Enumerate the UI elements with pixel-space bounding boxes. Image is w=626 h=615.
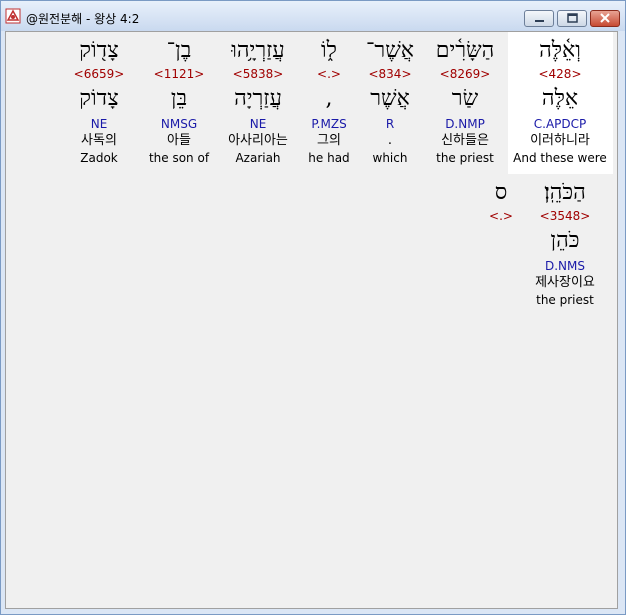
- korean-gloss: 사독의: [81, 133, 117, 148]
- app-window: @원전분해 - 왕상 4:2 וְאֵ֫לֶּה <428> אֵלֶּה C.…: [0, 0, 626, 615]
- maximize-icon: [567, 13, 578, 23]
- minimize-button[interactable]: [524, 10, 554, 27]
- word-block[interactable]: וְאֵ֫לֶּה <428> אֵלֶּה C.APDCP 이러하니라 And…: [505, 36, 615, 166]
- morphology-code: C.APDCP: [533, 117, 587, 131]
- korean-gloss: 제사장이요: [535, 275, 595, 290]
- minimize-icon: [535, 20, 544, 22]
- title-bar[interactable]: @원전분해 - 왕상 4:2: [1, 1, 625, 31]
- close-button[interactable]: [590, 10, 620, 27]
- korean-gloss: 이러하니라: [530, 133, 590, 148]
- hebrew-lemma: כֹּהֵן: [550, 228, 580, 253]
- morphology-code: NE: [90, 117, 108, 131]
- morphology-code: D.NMS: [544, 259, 585, 273]
- english-gloss: Zadok: [80, 151, 118, 165]
- analysis-pane[interactable]: וְאֵ֫לֶּה <428> אֵלֶּה C.APDCP 이러하니라 And…: [5, 31, 618, 609]
- window-title: @원전분해 - 왕상 4:2: [26, 12, 140, 26]
- hebrew-lemma: אֵלֶּה: [541, 86, 579, 111]
- hebrew-lemma: צָדוֹק: [79, 86, 119, 111]
- strong-number[interactable]: <428>: [505, 66, 615, 82]
- word-block[interactable]: צָד֖וֹק <6659> צָדוֹק NE 사독의 Zadok: [44, 36, 154, 166]
- english-gloss: the priest: [536, 293, 594, 307]
- strong-number[interactable]: <6659>: [44, 66, 154, 82]
- strong-number[interactable]: <.>: [446, 208, 556, 224]
- hebrew-text: צָד֖וֹק: [79, 38, 119, 63]
- hebrew-text: ס: [494, 180, 508, 205]
- word-block[interactable]: ס <.>: [446, 178, 556, 224]
- english-gloss: And these were: [513, 151, 607, 165]
- hebrew-text: וְאֵ֫לֶּה: [539, 38, 581, 63]
- app-logo-icon: [5, 8, 21, 24]
- maximize-button[interactable]: [557, 10, 587, 27]
- close-icon: [600, 13, 610, 23]
